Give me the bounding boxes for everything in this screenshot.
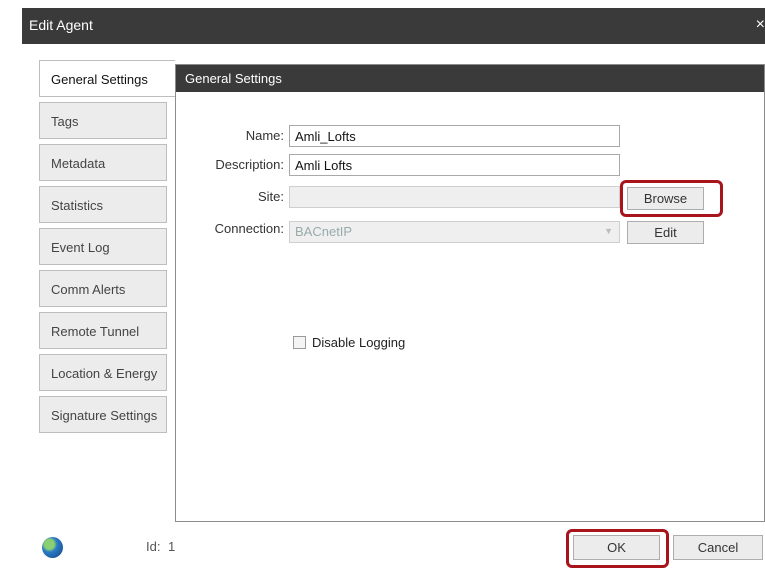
name-label: Name: — [245, 128, 284, 143]
site-label: Site: — [257, 189, 284, 204]
tab-metadata[interactable]: Metadata — [39, 144, 167, 181]
tab-general-settings[interactable]: General Settings — [39, 60, 175, 97]
chevron-down-icon: ▼ — [604, 226, 613, 236]
tab-location-energy[interactable]: Location & Energy — [39, 354, 167, 391]
tab-comm-alerts[interactable]: Comm Alerts — [39, 270, 167, 307]
tab-signature-settings[interactable]: Signature Settings — [39, 396, 167, 433]
globe-icon — [42, 537, 63, 558]
disable-logging-checkbox[interactable] — [293, 336, 306, 349]
panel-title: General Settings — [176, 65, 764, 92]
connection-select[interactable]: BACnetIP ▼ — [289, 221, 620, 243]
tab-label: Metadata — [51, 156, 106, 171]
close-icon[interactable]: × — [756, 16, 765, 34]
tab-label: Statistics — [51, 198, 104, 213]
tab-label: Signature Settings — [51, 408, 158, 423]
description-label: Description: — [215, 157, 284, 172]
window-title: Edit Agent — [29, 17, 93, 33]
tab-label: Remote Tunnel — [51, 324, 140, 339]
site-input[interactable] — [289, 186, 620, 208]
edit-connection-button[interactable]: Edit — [627, 221, 704, 244]
edit-agent-dialog: Edit Agent × General Settings Tags Metad… — [22, 8, 765, 569]
tab-label: Location & Energy — [51, 366, 158, 381]
browse-highlight — [620, 180, 723, 217]
connection-label: Connection: — [214, 221, 284, 236]
tab-label: Tags — [51, 114, 79, 129]
cancel-button[interactable]: Cancel — [673, 535, 763, 560]
tab-label: Event Log — [51, 240, 110, 255]
tab-label: General Settings — [51, 72, 148, 87]
connection-value: BACnetIP — [295, 224, 353, 239]
ok-highlight — [566, 529, 669, 568]
tab-tags[interactable]: Tags — [39, 102, 167, 139]
description-input[interactable] — [289, 154, 620, 176]
tab-label: Comm Alerts — [51, 282, 126, 297]
name-input[interactable] — [289, 125, 620, 147]
title-bar: Edit Agent × — [22, 8, 765, 44]
tab-remote-tunnel[interactable]: Remote Tunnel — [39, 312, 167, 349]
tab-statistics[interactable]: Statistics — [39, 186, 167, 223]
id-value: 1 — [168, 539, 176, 554]
general-settings-panel: General Settings Name: Description: Site… — [175, 64, 765, 522]
disable-logging-label: Disable Logging — [312, 335, 406, 350]
id-label: Id: — [146, 539, 161, 554]
tab-event-log[interactable]: Event Log — [39, 228, 167, 265]
